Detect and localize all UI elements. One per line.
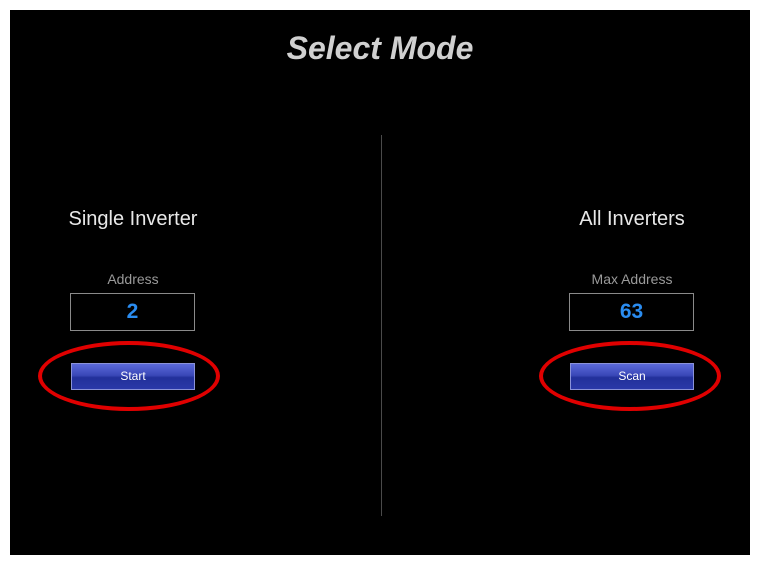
single-inverter-heading: Single Inverter [68,208,198,230]
address-label: Address [107,271,159,287]
all-inverters-heading: All Inverters [579,208,685,230]
scan-button[interactable]: Scan [570,363,694,390]
single-inverter-panel: Single Inverter Address 2 Start [33,10,233,555]
max-address-label: Max Address [591,271,673,287]
address-field[interactable]: 2 [70,293,195,331]
all-inverters-panel: All Inverters Max Address 63 Scan [532,10,732,555]
start-button[interactable]: Start [71,363,195,390]
select-mode-screen: Select Mode Single Inverter Address 2 St… [10,10,750,555]
max-address-field[interactable]: 63 [569,293,694,331]
panel-divider [381,135,382,516]
